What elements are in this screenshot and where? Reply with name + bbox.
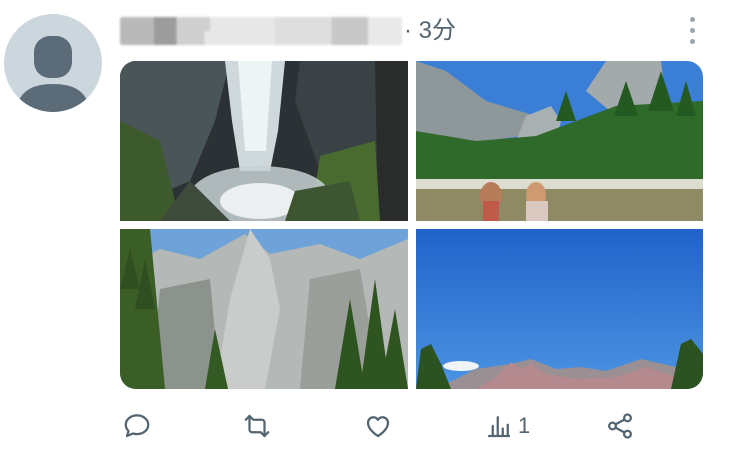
more-vertical-icon (690, 17, 695, 22)
share-icon (607, 413, 633, 439)
media-grid (120, 61, 703, 389)
author-name-redacted[interactable] (120, 17, 402, 45)
photo-river-people[interactable] (416, 61, 703, 221)
person-icon (16, 36, 90, 112)
post-header: · 3分 (120, 14, 710, 48)
photo-sky-mountains[interactable] (416, 229, 703, 389)
views-count: 1 (518, 413, 531, 438)
views-button[interactable]: 1 (484, 408, 530, 444)
photo-waterfall[interactable] (120, 61, 408, 221)
views-icon (487, 416, 511, 438)
reply-button[interactable] (122, 408, 152, 444)
action-bar: 1 (120, 408, 703, 444)
post-time[interactable]: · 3分 (404, 17, 456, 45)
reply-icon (124, 414, 150, 438)
share-button[interactable] (605, 408, 635, 444)
retweet-icon (244, 414, 270, 438)
more-options-button[interactable] (674, 14, 710, 48)
heart-icon (366, 416, 390, 438)
retweet-button[interactable] (242, 408, 272, 444)
like-button[interactable] (363, 408, 393, 444)
more-dot (690, 39, 695, 44)
photo-valley-cliffs[interactable] (120, 229, 408, 389)
more-dot (690, 28, 695, 33)
avatar[interactable] (4, 14, 102, 112)
